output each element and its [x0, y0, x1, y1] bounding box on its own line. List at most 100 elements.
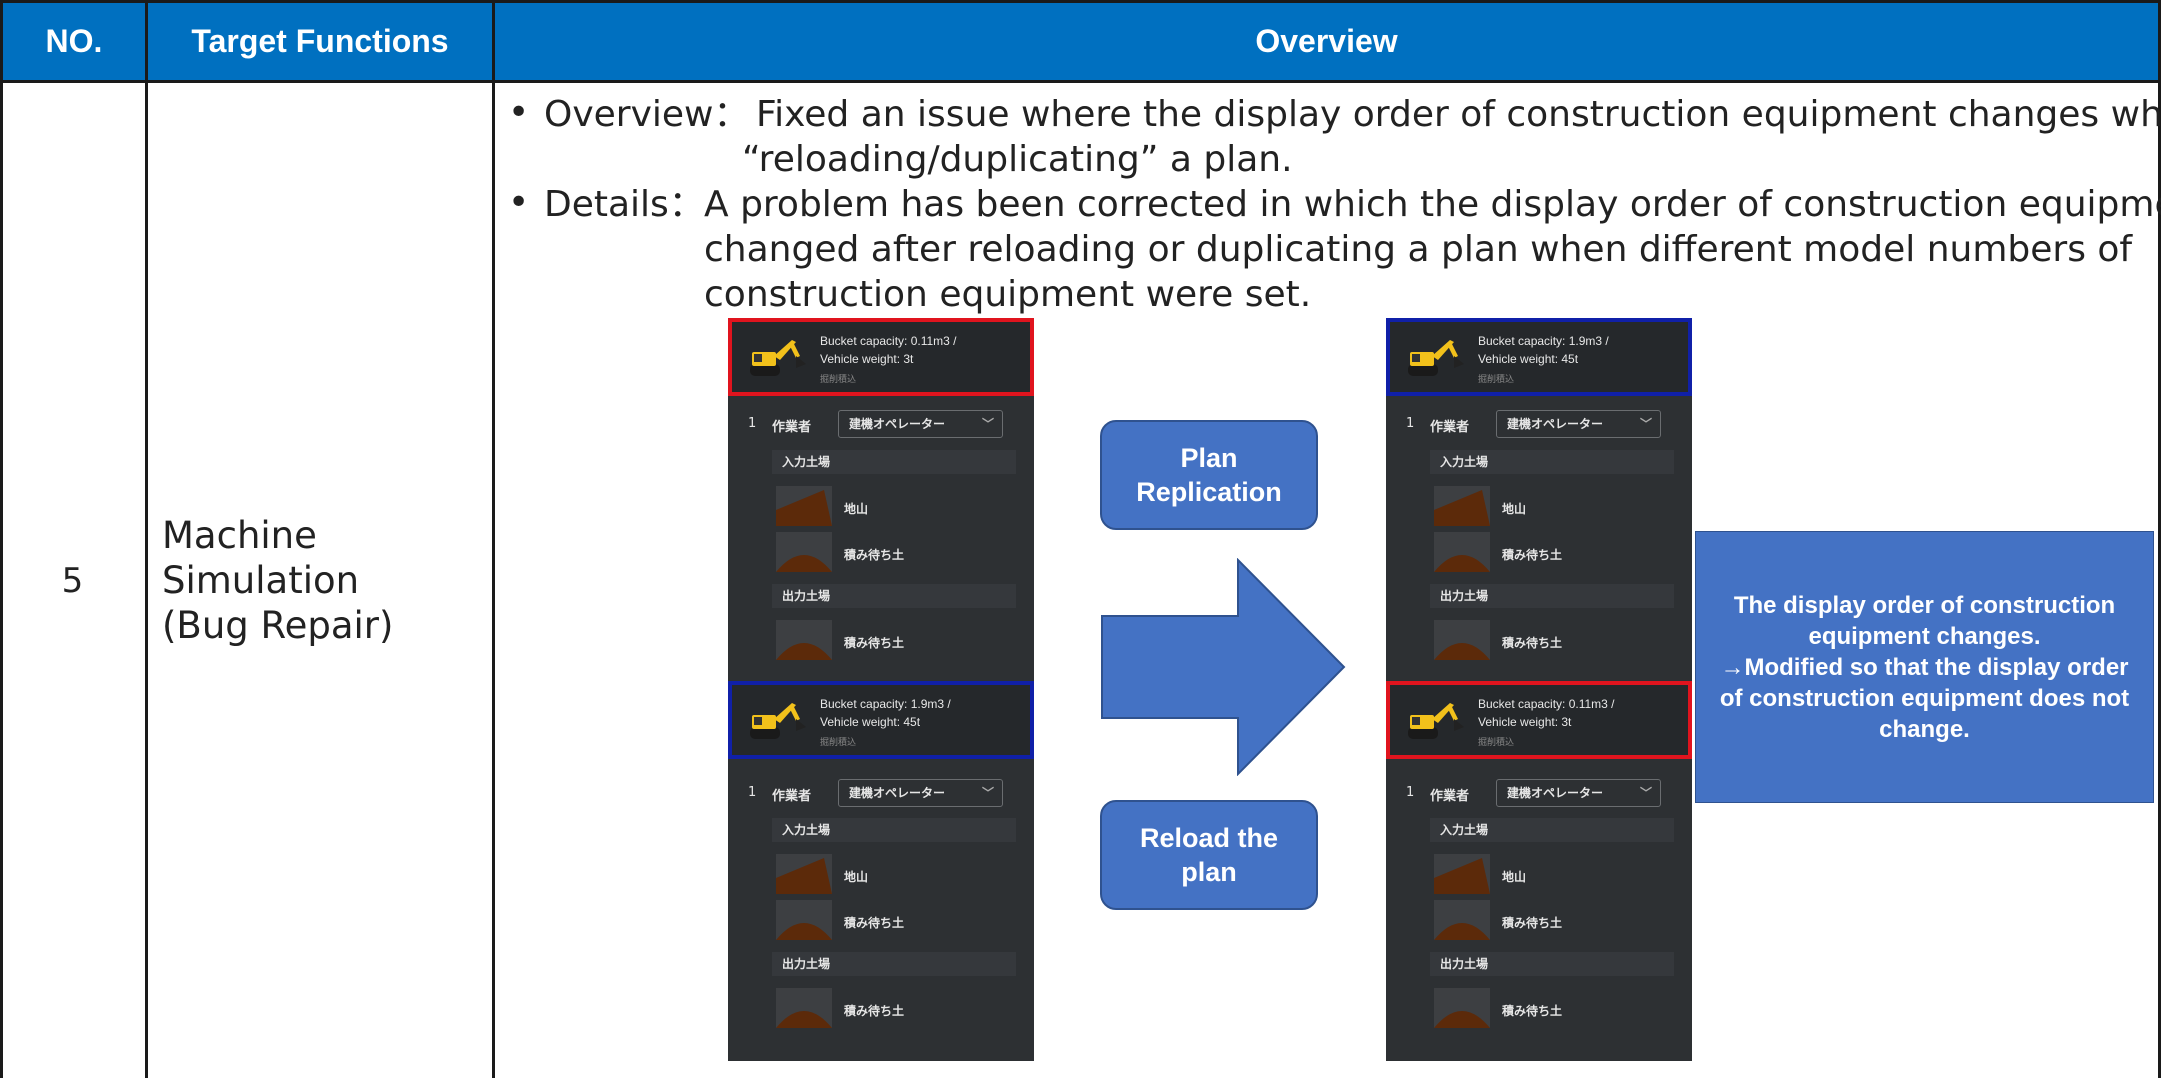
worker-label: 作業者 [1430, 789, 1470, 804]
equipment-caption: Bucket capacity: 0.11m3 / Vehicle weight… [1478, 695, 1615, 731]
row-number: 5 [61, 560, 84, 601]
waiting-soil-label: 積み待ち土 [844, 1004, 905, 1018]
equipment-card-large[interactable]: Bucket capacity: 1.9m3 / Vehicle weight:… [728, 681, 1034, 759]
header-overview: Overview [492, 0, 2161, 83]
overview-table: NO. Target Functions Overview 5 Machine … [0, 0, 2161, 1078]
vehicle-weight: Vehicle weight: 45t [1478, 352, 1579, 366]
after-screenshot-panel: Bucket capacity: 1.9m3 / Vehicle weight:… [1386, 318, 1692, 1061]
worker-number: 1 [748, 416, 757, 431]
operator-select-value: 建機オペレーター [849, 786, 946, 800]
equipment-caption: Bucket capacity: 1.9m3 / Vehicle weight:… [1478, 332, 1609, 368]
overview-line-2: “reloading/duplicating” a plan. [742, 139, 1293, 180]
equipment-caption: Bucket capacity: 1.9m3 / Vehicle weight:… [820, 695, 951, 731]
input-field-bar: 入力土場 [772, 450, 1016, 474]
equipment-card-small[interactable]: Bucket capacity: 0.11m3 / Vehicle weight… [1386, 681, 1692, 759]
operator-select[interactable]: 建機オペレーター ﹀ [1496, 410, 1661, 438]
overview-label: Overview： [544, 94, 750, 135]
plan-replication-button[interactable]: Plan Replication [1100, 420, 1318, 530]
waiting-soil-label: 積み待ち土 [844, 916, 905, 930]
soil-pile-icon [776, 620, 832, 660]
chevron-down-icon: ﹀ [981, 417, 994, 431]
soil-mound-icon [1434, 486, 1490, 526]
reload-plan-button[interactable]: Reload the plan [1100, 800, 1318, 910]
soil-pile-icon [776, 900, 832, 940]
material-row: 地山 [728, 854, 1034, 898]
waiting-soil-label: 積み待ち土 [844, 636, 905, 650]
details-line-1: A problem has been corrected in which th… [704, 184, 2161, 225]
material-row: 地山 [728, 486, 1034, 530]
operator-select[interactable]: 建機オペレーター ﹀ [838, 410, 1003, 438]
details-label: Details： [544, 184, 705, 225]
bucket-capacity: Bucket capacity: 0.11m3 / [1478, 697, 1615, 711]
target-function: Machine Simulation (Bug Repair) [148, 83, 491, 1078]
details-line-3: construction equipment were set. [704, 274, 1312, 315]
equipment-card-large[interactable]: Bucket capacity: 1.9m3 / Vehicle weight:… [1386, 318, 1692, 396]
explanation-callout: The display order of construction equipm… [1695, 531, 2154, 803]
explanation-text: The display order of construction equipm… [1719, 591, 2130, 743]
material-row: 積み待ち土 [728, 620, 1034, 664]
soil-pile-icon [1434, 900, 1490, 940]
bucket-capacity: Bucket capacity: 1.9m3 / [820, 697, 951, 711]
work-type: 掘削積込 [820, 375, 857, 385]
worker-row: 1 作業者 建機オペレーター ﹀ [728, 410, 1034, 440]
details-line-2: changed after reloading or duplicating a… [704, 229, 2133, 270]
vehicle-weight: Vehicle weight: 3t [820, 352, 914, 366]
mound-label: 地山 [1502, 502, 1527, 516]
soil-pile-icon [1434, 532, 1490, 572]
plan-replication-label: Plan Replication [1136, 443, 1282, 507]
waiting-soil-label: 積み待ち土 [1502, 1004, 1563, 1018]
material-row: 積み待ち土 [728, 532, 1034, 576]
worker-label: 作業者 [772, 420, 812, 435]
worker-number: 1 [748, 785, 757, 800]
worker-row: 1 作業者 建機オペレーター ﹀ [1386, 410, 1692, 440]
material-row: 積み待ち土 [728, 988, 1034, 1032]
excavator-icon [750, 340, 806, 376]
soil-pile-icon [1434, 988, 1490, 1028]
worker-number: 1 [1406, 785, 1415, 800]
right-arrow-icon [1101, 558, 1346, 776]
bucket-capacity: Bucket capacity: 1.9m3 / [1478, 334, 1609, 348]
operator-select[interactable]: 建機オペレーター ﹀ [838, 779, 1003, 807]
worker-label: 作業者 [772, 789, 812, 804]
soil-mound-icon [776, 486, 832, 526]
worker-row: 1 作業者 建機オペレーター ﹀ [1386, 779, 1692, 809]
material-row: 積み待ち土 [1386, 988, 1692, 1032]
input-field-bar: 入力土場 [1430, 450, 1674, 474]
material-row: 地山 [1386, 854, 1692, 898]
output-field-bar: 出力土場 [1430, 584, 1674, 608]
waiting-soil-label: 積み待ち土 [844, 548, 905, 562]
excavator-icon [1408, 340, 1464, 376]
input-field-bar: 入力土場 [772, 818, 1016, 842]
mound-label: 地山 [844, 870, 869, 884]
soil-mound-icon [1434, 854, 1490, 894]
column-divider [492, 0, 495, 1078]
mound-label: 地山 [1502, 870, 1527, 884]
equipment-card-small[interactable]: Bucket capacity: 0.11m3 / Vehicle weight… [728, 318, 1034, 396]
soil-pile-icon [776, 988, 832, 1028]
soil-pile-icon [776, 532, 832, 572]
operator-select[interactable]: 建機オペレーター ﹀ [1496, 779, 1661, 807]
before-screenshot-panel: Bucket capacity: 0.11m3 / Vehicle weight… [728, 318, 1034, 1061]
material-row: 積み待ち土 [1386, 532, 1692, 576]
material-row: 地山 [1386, 486, 1692, 530]
worker-label: 作業者 [1430, 420, 1470, 435]
soil-pile-icon [1434, 620, 1490, 660]
material-row: 積み待ち土 [728, 900, 1034, 944]
chevron-down-icon: ﹀ [981, 786, 994, 800]
soil-mound-icon [776, 854, 832, 894]
chevron-down-icon: ﹀ [1639, 786, 1652, 800]
bullet: • [508, 182, 530, 223]
output-field-bar: 出力土場 [772, 584, 1016, 608]
input-field-bar: 入力土場 [1430, 818, 1674, 842]
header-no: NO. [0, 0, 148, 83]
chevron-down-icon: ﹀ [1639, 417, 1652, 431]
work-type: 掘削積込 [1478, 375, 1515, 385]
reload-plan-label: Reload the plan [1139, 823, 1279, 887]
overview-line-1: Fixed an issue where the display order o… [756, 94, 2161, 135]
output-field-bar: 出力土場 [1430, 952, 1674, 976]
vehicle-weight: Vehicle weight: 3t [1478, 715, 1572, 729]
work-type: 掘削積込 [1478, 738, 1515, 748]
operator-select-value: 建機オペレーター [1507, 786, 1604, 800]
mound-label: 地山 [844, 502, 869, 516]
waiting-soil-label: 積み待ち土 [1502, 916, 1563, 930]
